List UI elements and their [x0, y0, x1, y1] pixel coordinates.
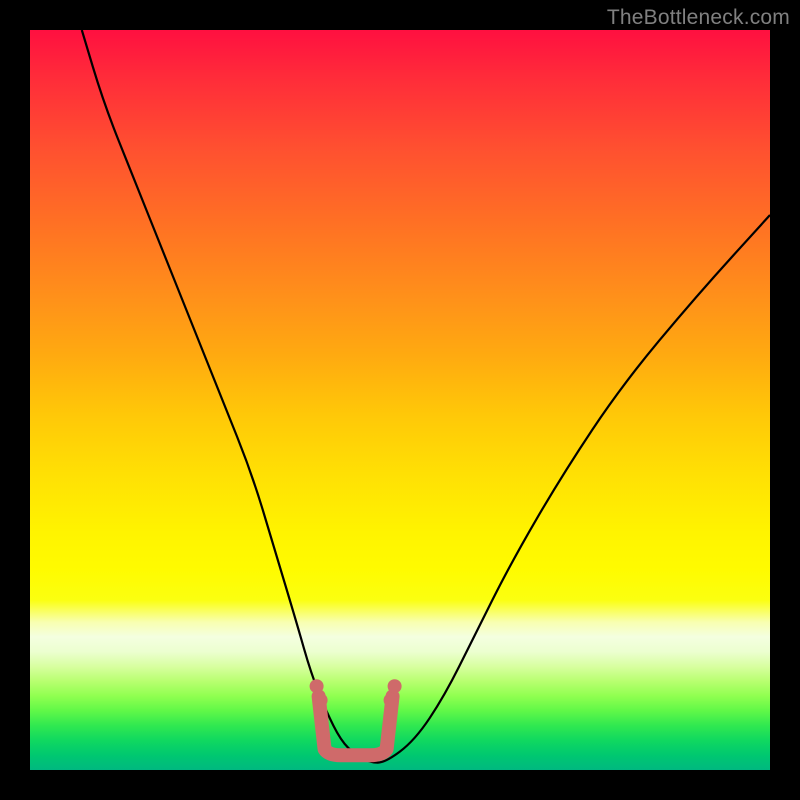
- bottleneck-curve: [82, 30, 770, 763]
- chart-frame: TheBottleneck.com: [0, 0, 800, 800]
- optimal-range-marker: [319, 696, 393, 755]
- marker-dots: [310, 679, 402, 707]
- marker-dot: [388, 679, 402, 693]
- watermark-text: TheBottleneck.com: [607, 6, 790, 30]
- marker-dot: [310, 679, 324, 693]
- marker-dot: [314, 693, 328, 707]
- curve-layer: [30, 30, 770, 770]
- plot-area: [30, 30, 770, 770]
- marker-dot: [384, 693, 398, 707]
